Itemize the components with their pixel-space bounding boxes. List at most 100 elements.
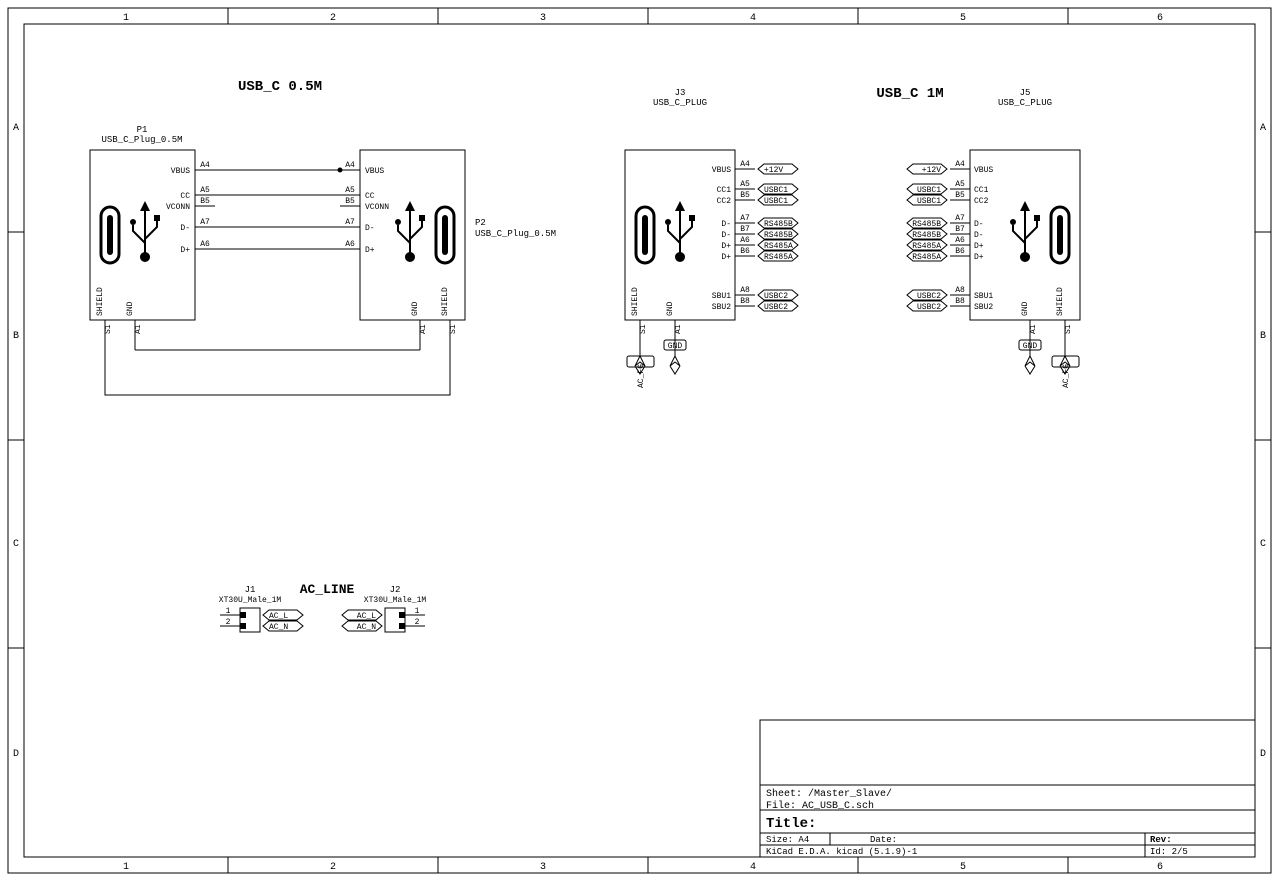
j3-nets: +12V USBC1 USBC1 RS485B RS485B RS485A RS… bbox=[627, 164, 798, 388]
svg-text:GND: GND bbox=[411, 301, 420, 316]
svg-text:3: 3 bbox=[540, 13, 546, 24]
svg-text:RS485A: RS485A bbox=[912, 253, 941, 262]
svg-text:+12V: +12V bbox=[764, 166, 783, 175]
svg-text:1: 1 bbox=[226, 607, 231, 616]
svg-text:3: 3 bbox=[540, 862, 546, 873]
svg-text:A6: A6 bbox=[740, 236, 750, 245]
svg-text:CC2: CC2 bbox=[717, 197, 732, 206]
p1-ref: P1 bbox=[137, 125, 148, 135]
svg-text:1: 1 bbox=[415, 607, 420, 616]
svg-text:S1: S1 bbox=[449, 324, 458, 334]
svg-text:USBC1: USBC1 bbox=[917, 186, 941, 195]
svg-text:GND: GND bbox=[126, 301, 135, 316]
svg-text:B5: B5 bbox=[345, 197, 355, 206]
svg-text:AC_L: AC_L bbox=[357, 612, 376, 621]
svg-text:5: 5 bbox=[960, 13, 966, 24]
svg-text:B8: B8 bbox=[740, 297, 750, 306]
svg-text:AC_FG: AC_FG bbox=[637, 364, 646, 388]
svg-text:RS485A: RS485A bbox=[764, 242, 793, 251]
svg-text:2: 2 bbox=[330, 13, 336, 24]
svg-text:VBUS: VBUS bbox=[974, 166, 993, 175]
svg-text:B8: B8 bbox=[955, 297, 965, 306]
svg-text:Size: A4: Size: A4 bbox=[766, 835, 809, 845]
p1-name: USB_C_Plug_0.5M bbox=[101, 135, 182, 145]
svg-text:RS485B: RS485B bbox=[912, 220, 941, 229]
svg-text:A1: A1 bbox=[1029, 324, 1038, 334]
usb-slot-icon bbox=[436, 207, 454, 263]
svg-text:USBC1: USBC1 bbox=[917, 197, 941, 206]
svg-text:KiCad E.D.A. kicad (5.1.9)-1: KiCad E.D.A. kicad (5.1.9)-1 bbox=[766, 847, 917, 857]
svg-text:D-: D- bbox=[721, 231, 731, 240]
ruler-top: 1 2 3 4 5 6 bbox=[123, 8, 1163, 24]
svg-text:D+: D+ bbox=[974, 253, 984, 262]
svg-text:D+: D+ bbox=[721, 242, 731, 251]
svg-text:D: D bbox=[13, 749, 19, 760]
svg-text:GND: GND bbox=[1023, 342, 1038, 351]
svg-text:USBC2: USBC2 bbox=[764, 303, 788, 312]
svg-text:C: C bbox=[1260, 539, 1266, 550]
svg-text:A1: A1 bbox=[674, 324, 683, 334]
svg-text:XT30U_Male_1M: XT30U_Male_1M bbox=[219, 596, 282, 605]
svg-text:A4: A4 bbox=[740, 160, 750, 169]
svg-text:J1: J1 bbox=[245, 585, 256, 595]
frame-inner bbox=[24, 24, 1255, 857]
usb-trident-icon bbox=[395, 201, 425, 262]
ruler-bottom: 1 2 3 4 5 6 bbox=[123, 857, 1163, 873]
svg-text:D-: D- bbox=[180, 224, 190, 233]
svg-text:USBC2: USBC2 bbox=[917, 303, 941, 312]
svg-text:AC_FG: AC_FG bbox=[1062, 364, 1071, 388]
svg-text:A5: A5 bbox=[200, 186, 210, 195]
svg-text:B7: B7 bbox=[740, 225, 750, 234]
svg-text:A7: A7 bbox=[345, 218, 355, 227]
svg-text:B: B bbox=[13, 331, 19, 342]
svg-text:SHIELD: SHIELD bbox=[631, 287, 640, 316]
svg-text:CC2: CC2 bbox=[974, 197, 989, 206]
svg-text:Id: 2/5: Id: 2/5 bbox=[1150, 847, 1188, 857]
svg-text:A8: A8 bbox=[955, 286, 965, 295]
p2-ref: P2 bbox=[475, 218, 486, 228]
usb-trident-icon bbox=[130, 201, 160, 262]
svg-text:A6: A6 bbox=[200, 240, 210, 249]
svg-text:XT30U_Male_1M: XT30U_Male_1M bbox=[364, 596, 427, 605]
svg-text:B: B bbox=[1260, 331, 1266, 342]
usb-slot-icon bbox=[101, 207, 119, 263]
frame-outer bbox=[8, 8, 1271, 873]
svg-text:Sheet: /Master_Slave/: Sheet: /Master_Slave/ bbox=[766, 788, 892, 800]
svg-text:CC1: CC1 bbox=[717, 186, 732, 195]
svg-text:Rev:: Rev: bbox=[1150, 835, 1172, 845]
svg-text:D: D bbox=[1260, 749, 1266, 760]
svg-text:GND: GND bbox=[668, 342, 683, 351]
component-j3: J3 USB_C_PLUG VBUS CC1 CC2 D- D- D+ D+ S… bbox=[625, 88, 755, 338]
p2-name: USB_C_Plug_0.5M bbox=[475, 229, 556, 239]
svg-text:A7: A7 bbox=[740, 214, 750, 223]
svg-text:USBC2: USBC2 bbox=[764, 292, 788, 301]
ruler-right: A B C D bbox=[1255, 123, 1271, 760]
component-p1: P1 USB_C_Plug_0.5M VBUS CC VCONN D- D+ A… bbox=[90, 125, 215, 338]
component-p2: P2 USB_C_Plug_0.5M VBUS CC VCONN D- D+ A… bbox=[340, 150, 556, 338]
title-block: Sheet: /Master_Slave/ File: AC_USB_C.sch… bbox=[760, 720, 1255, 857]
svg-text:VBUS: VBUS bbox=[171, 167, 190, 176]
svg-text:2: 2 bbox=[226, 618, 231, 627]
svg-text:D+: D+ bbox=[974, 242, 984, 251]
svg-text:5: 5 bbox=[960, 862, 966, 873]
svg-text:A5: A5 bbox=[955, 180, 965, 189]
section-title-acline: AC_LINE bbox=[300, 582, 355, 597]
svg-text:RS485A: RS485A bbox=[912, 242, 941, 251]
svg-text:A7: A7 bbox=[200, 218, 210, 227]
svg-text:A4: A4 bbox=[345, 161, 355, 170]
svg-text:S1: S1 bbox=[104, 324, 113, 334]
svg-text:B5: B5 bbox=[955, 191, 965, 200]
j5-nets: +12V USBC1 USBC1 RS485B RS485B RS485A RS… bbox=[907, 164, 1079, 388]
svg-text:CC: CC bbox=[180, 192, 190, 201]
svg-text:SHIELD: SHIELD bbox=[441, 287, 450, 316]
svg-text:A7: A7 bbox=[955, 214, 965, 223]
svg-text:B5: B5 bbox=[200, 197, 210, 206]
svg-text:CC: CC bbox=[365, 192, 375, 201]
svg-text:B6: B6 bbox=[955, 247, 965, 256]
svg-text:Date:: Date: bbox=[870, 835, 897, 845]
svg-text:4: 4 bbox=[750, 862, 756, 873]
section-title-usbc1m: USB_C 1M bbox=[876, 86, 943, 102]
svg-text:A6: A6 bbox=[955, 236, 965, 245]
svg-text:SBU1: SBU1 bbox=[712, 292, 731, 301]
svg-text:File: AC_USB_C.sch: File: AC_USB_C.sch bbox=[766, 800, 874, 812]
